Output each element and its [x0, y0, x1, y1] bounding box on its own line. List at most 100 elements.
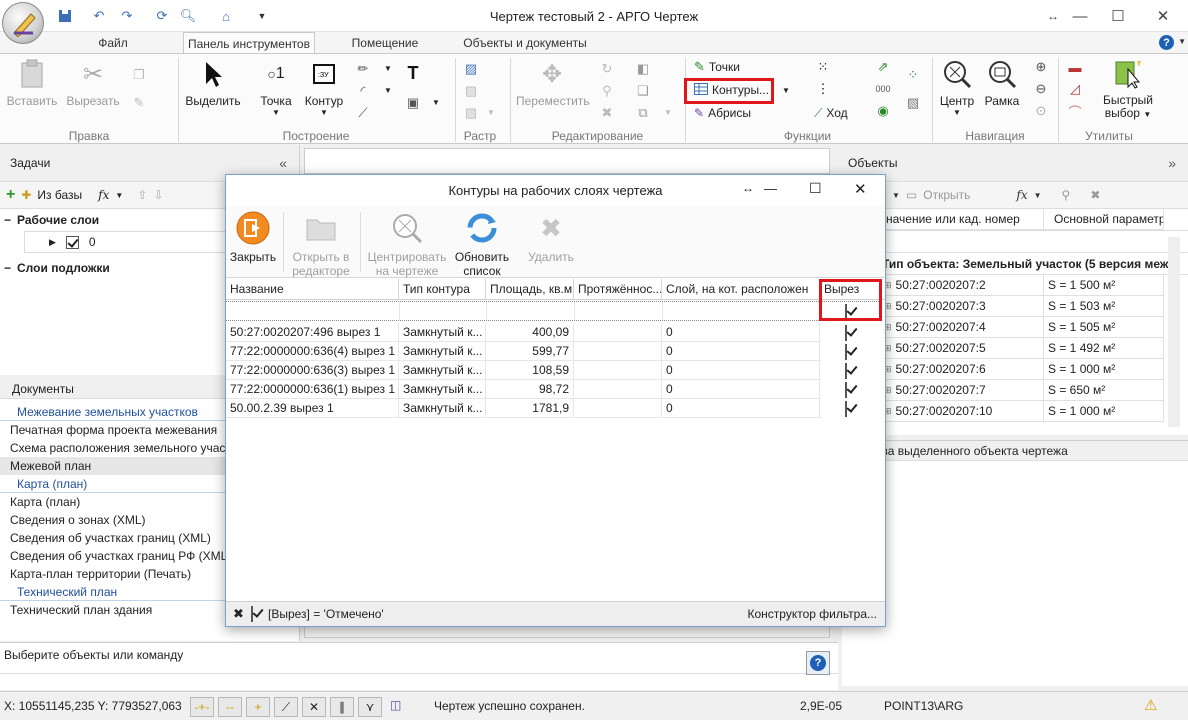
editing-dropdown-icon[interactable]: ▼ — [664, 108, 672, 117]
export-icon[interactable]: ⇗ — [874, 58, 892, 76]
refresh-icon[interactable]: ⟳ — [152, 6, 172, 26]
table-row[interactable]: ⊞ 50:27:0020207:3 S = 1 503 м² — [878, 296, 1188, 317]
column-header-area[interactable]: Площадь, кв.м. — [486, 279, 574, 300]
table-row[interactable]: 77:22:0000000:636(1) вырез 1 Замкнутый к… — [226, 380, 847, 399]
dropdown-arrow-icon[interactable]: ▼ — [892, 191, 900, 200]
hod-button[interactable]: ⟋ Ход — [814, 103, 848, 123]
quick-select-button[interactable]: Быстрый выбор ▼ — [1098, 58, 1158, 121]
rect-dropdown-icon[interactable]: ▼ — [432, 98, 440, 107]
resize-icon[interactable]: ↔ — [1038, 4, 1068, 28]
cut-checkbox[interactable] — [845, 401, 847, 417]
points-button[interactable]: ✎ Точки — [694, 57, 740, 77]
table-row[interactable]: ⊞ 50:27:0020207:4 S = 1 505 м² — [878, 317, 1188, 338]
contours-button[interactable]: Контуры... — [694, 80, 769, 100]
contour-button[interactable]: :ЗУ Контур ▼ — [302, 58, 346, 117]
dialog-minimize-button[interactable]: — — [764, 181, 777, 196]
raster-edit-icon[interactable]: ▨ — [462, 82, 480, 100]
table-row[interactable]: ⊞ 50:27:0020207:2 S = 1 500 м² — [878, 275, 1188, 296]
snap-perp-icon[interactable]: ⋎ — [358, 697, 382, 717]
autofilter-row[interactable] — [226, 301, 881, 321]
snap-line-icon[interactable]: ⟋ — [274, 697, 298, 717]
expand-arrow-icon[interactable]: ▶ — [49, 237, 56, 248]
undo-icon[interactable]: ↶ — [89, 6, 109, 26]
collapse-right-icon[interactable]: » — [1168, 155, 1176, 171]
function-dropdown-icon[interactable]: ▼ — [1034, 191, 1042, 200]
rect-select-icon[interactable]: ▣ — [404, 94, 422, 112]
column-header[interactable]: Основной параметр — [1044, 209, 1164, 230]
save-icon[interactable] — [55, 6, 75, 26]
filter-row[interactable] — [884, 231, 1188, 253]
add-icon[interactable]: + — [6, 186, 15, 204]
cut-checkbox[interactable] — [845, 382, 847, 398]
cut-checkbox[interactable] — [845, 344, 847, 360]
minus-icon[interactable]: − — [4, 261, 11, 275]
move-down-icon[interactable]: ⇩ — [153, 188, 163, 202]
column-header-type[interactable]: Тип контура — [399, 279, 486, 300]
snap-midpoint-icon[interactable]: -- — [218, 697, 242, 717]
move-up-icon[interactable]: ⇧ — [137, 188, 147, 202]
snap-cross-icon[interactable]: + — [246, 697, 270, 717]
table-row[interactable]: ⊞ 50:27:0020207:5 S = 1 492 м² — [878, 338, 1188, 359]
ruler-icon[interactable]: ▬ — [1066, 58, 1084, 76]
delete-icon[interactable]: ✖ — [598, 104, 616, 122]
tab-room[interactable]: Помещение — [345, 32, 425, 53]
link-icon[interactable]: ⚲ — [598, 82, 616, 100]
minus-icon[interactable]: − — [4, 213, 11, 227]
coords-icon[interactable]: 000 — [874, 80, 892, 98]
tab-file[interactable]: Файл — [78, 32, 148, 53]
drawing-area[interactable] — [304, 148, 830, 174]
raster-dropdown-icon[interactable]: ▼ — [487, 108, 495, 117]
table-row[interactable]: 50:27:0020207:496 вырез 1 Замкнутый к...… — [226, 323, 847, 342]
snap-parallel-icon[interactable]: ∥ — [330, 697, 354, 717]
pencil-dropdown-icon[interactable]: ▼ — [384, 64, 392, 73]
point-button[interactable]: ○ 1 Точка ▼ — [256, 58, 296, 117]
copy-object-icon[interactable]: ❏ — [634, 82, 652, 100]
dimension-icon[interactable]: ⋮ — [814, 80, 832, 98]
zoom-icon[interactable]: 🔍︎ — [178, 6, 198, 26]
doc-category[interactable]: Карта (план) — [0, 475, 229, 493]
duplicate-icon[interactable]: ⧉ — [634, 104, 652, 122]
warning-icon[interactable]: ⚠ — [1144, 696, 1157, 714]
table-row[interactable]: 77:22:0000000:636(3) вырез 1 Замкнутый к… — [226, 361, 847, 380]
table-row[interactable]: ⊞ 50:27:0020207:10 S = 1 000 м² — [878, 401, 1188, 422]
command-input[interactable] — [0, 673, 838, 689]
gear-green-icon[interactable]: ◉ — [874, 102, 892, 120]
raster-image-icon[interactable]: ▨ — [462, 60, 480, 78]
help-icon[interactable]: ? — [1159, 35, 1174, 50]
function-icon[interactable]: fx — [98, 188, 109, 202]
contours-dropdown-icon[interactable]: ▼ — [782, 86, 790, 95]
select-button[interactable]: Выделить — [184, 58, 242, 108]
zoom-in-icon[interactable]: ⊕ — [1032, 58, 1050, 76]
qa-dropdown-icon[interactable]: ▼ — [252, 6, 272, 26]
doc-category[interactable]: Технический план — [0, 583, 229, 601]
text-tool-icon[interactable]: T — [404, 63, 422, 83]
arc-dropdown-icon[interactable]: ▼ — [384, 86, 392, 95]
snap-intersect-icon[interactable]: ✕ — [302, 697, 326, 717]
hatch-icon[interactable]: ▧ — [904, 94, 922, 112]
redo-icon[interactable]: ↷ — [117, 6, 137, 26]
format-brush-icon[interactable]: ✎ — [130, 94, 148, 112]
open-button[interactable]: Открыть — [923, 188, 970, 202]
mirror-icon[interactable]: ◧ — [634, 60, 652, 78]
raster-adjust-icon[interactable]: ▨ — [462, 104, 480, 122]
tab-objects-documents[interactable]: Объекты и документы — [455, 32, 595, 53]
dialog-maximize-button[interactable]: ☐ — [809, 180, 822, 197]
table-row[interactable]: ⊞ 50:27:0020207:7 S = 650 м² — [878, 380, 1188, 401]
search-icon[interactable]: ⚲ — [1062, 188, 1071, 202]
close-dialog-button[interactable]: Закрыть — [228, 210, 278, 264]
pencil-icon[interactable]: ✏ — [354, 60, 372, 78]
paste-button[interactable]: Вставить — [4, 58, 60, 108]
dialog-close-button[interactable]: ✕ — [854, 180, 867, 198]
database-icon[interactable]: ✚ — [21, 188, 31, 202]
dialog-resize-icon[interactable]: ↔ — [742, 181, 754, 195]
grid-points-icon[interactable]: ⁙ — [814, 58, 832, 76]
snap-settings-icon[interactable]: ◫ — [390, 698, 401, 712]
tab-toolbar[interactable]: Панель инструментов — [183, 32, 315, 54]
column-header-name[interactable]: Название — [226, 279, 399, 300]
app-logo[interactable] — [2, 2, 44, 44]
cut-checkbox[interactable] — [845, 363, 847, 379]
clear-filter-icon[interactable]: ✖ — [233, 606, 244, 622]
filter-enabled-checkbox[interactable] — [251, 606, 253, 622]
column-header-length[interactable]: Протяжённос... — [574, 279, 662, 300]
column-header-layer[interactable]: Слой, на кот. расположен — [662, 279, 820, 300]
